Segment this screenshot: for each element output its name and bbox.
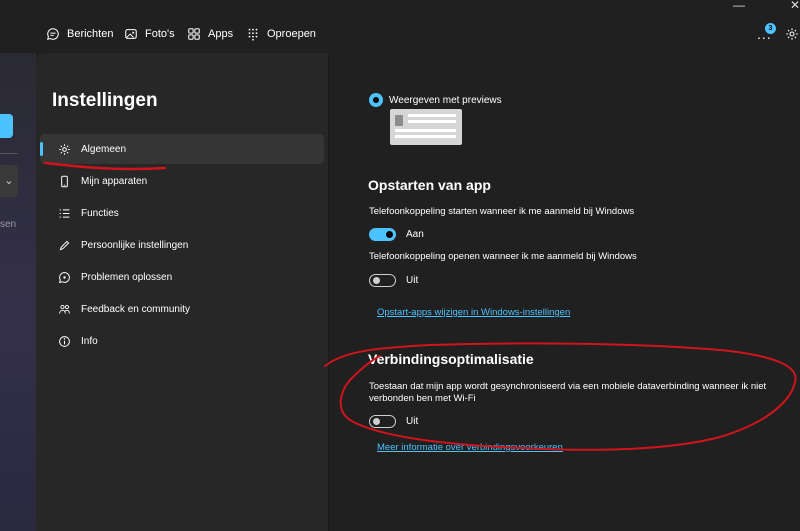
open-on-login-toggle[interactable] <box>369 274 396 287</box>
sidebar-item-label: Problemen oplossen <box>81 271 173 283</box>
nav-tab-label: Foto's <box>145 28 175 40</box>
connection-info-link[interactable]: Meer informatie over verbindingsvoorkeur… <box>377 442 563 453</box>
settings-sidebar: Instellingen Algemeen Mijn apparaten Fun… <box>36 53 328 531</box>
page-title: Instellingen <box>52 90 158 111</box>
settings-panel: Instellingen Algemeen Mijn apparaten Fun… <box>36 53 800 531</box>
nav-tab-apps[interactable]: Apps <box>187 27 233 41</box>
phone-icon <box>61 175 68 187</box>
apps-icon <box>188 28 200 40</box>
sidebar-item-info[interactable]: Info <box>40 326 324 356</box>
nav-tab-label: Oproepen <box>267 28 316 40</box>
info-icon <box>59 335 70 347</box>
preview-radio[interactable] <box>369 93 383 107</box>
people-icon <box>59 304 70 314</box>
sidebar-item-algemeen[interactable]: Algemeen <box>40 134 324 164</box>
toggle-state-label: Uit <box>406 416 419 427</box>
toggle-state-label: Uit <box>406 275 419 286</box>
sidebar-item-label: Algemeen <box>81 143 127 155</box>
close-window-button[interactable]: ✕ <box>790 0 800 12</box>
chat-icon <box>47 28 59 40</box>
notification-badge: 3 <box>765 23 776 34</box>
startup-option2-toggle-row: Uit <box>369 274 418 287</box>
sidebar-item-label: Functies <box>81 207 119 219</box>
nav-tab-berichten[interactable]: Berichten <box>46 27 113 41</box>
background-app-strip: ⌄ sen <box>0 53 36 531</box>
pen-icon <box>59 240 70 250</box>
dialpad-icon <box>248 28 258 41</box>
startup-option2-description: Telefoonkoppeling openen wanneer ik me a… <box>369 251 637 262</box>
sidebar-item-mijn-apparaten[interactable]: Mijn apparaten <box>40 166 324 196</box>
nav-tab-label: Berichten <box>67 28 114 40</box>
startup-on-login-toggle[interactable] <box>369 228 396 241</box>
sidebar-item-label: Info <box>81 335 98 347</box>
sidebar-item-feedback[interactable]: Feedback en community <box>40 294 324 324</box>
background-accent-button <box>0 114 13 138</box>
sidebar-item-label: Persoonlijke instellingen <box>81 239 189 251</box>
list-icon <box>59 208 70 218</box>
connection-description: Toestaan dat mijn app wordt gesynchronis… <box>369 381 767 404</box>
sidebar-item-functies[interactable]: Functies <box>40 198 324 228</box>
nav-tab-fotos[interactable]: Foto's <box>124 27 175 41</box>
settings-content: Weergeven met previews Opstarten van app… <box>368 53 800 531</box>
settings-gear-icon[interactable] <box>785 27 799 41</box>
minimize-button[interactable]: — <box>733 0 745 12</box>
nav-tab-oproepen[interactable]: Oproepen <box>246 27 316 41</box>
preview-option[interactable]: Weergeven met previews <box>369 93 502 107</box>
background-text: sen <box>0 219 17 230</box>
preview-option-label: Weergeven met previews <box>389 94 502 106</box>
preview-illustration <box>390 109 462 145</box>
background-dropdown: ⌄ <box>0 165 18 197</box>
top-navigation: Berichten Foto's Apps Oproepen — ✕ ... 3 <box>0 0 800 53</box>
startup-apps-link[interactable]: Opstart-apps wijzigen in Windows-instell… <box>377 307 570 318</box>
connection-toggle-row: Uit <box>369 415 418 428</box>
gear-icon <box>59 143 70 155</box>
pane-divider <box>328 53 329 531</box>
startup-option1-toggle-row: Aan <box>369 228 424 241</box>
startup-section-title: Opstarten van app <box>368 177 491 193</box>
sidebar-item-problemen-oplossen[interactable]: Problemen oplossen <box>40 262 324 292</box>
mobile-data-sync-toggle[interactable] <box>369 415 396 428</box>
toggle-state-label: Aan <box>406 229 424 240</box>
background-divider <box>0 153 18 154</box>
sidebar-item-persoonlijke-instellingen[interactable]: Persoonlijke instellingen <box>40 230 324 260</box>
settings-menu: Algemeen Mijn apparaten Functies Persoon… <box>40 134 324 358</box>
startup-option1-description: Telefoonkoppeling starten wanneer ik me … <box>369 206 635 217</box>
nav-tab-label: Apps <box>208 28 234 40</box>
sidebar-item-label: Feedback en community <box>81 303 190 315</box>
preview-avatar-icon <box>395 115 403 126</box>
sidebar-item-label: Mijn apparaten <box>81 175 148 187</box>
connection-section-title: Verbindingsoptimalisatie <box>368 351 534 367</box>
photo-icon <box>125 29 137 39</box>
troubleshoot-icon <box>58 271 70 283</box>
